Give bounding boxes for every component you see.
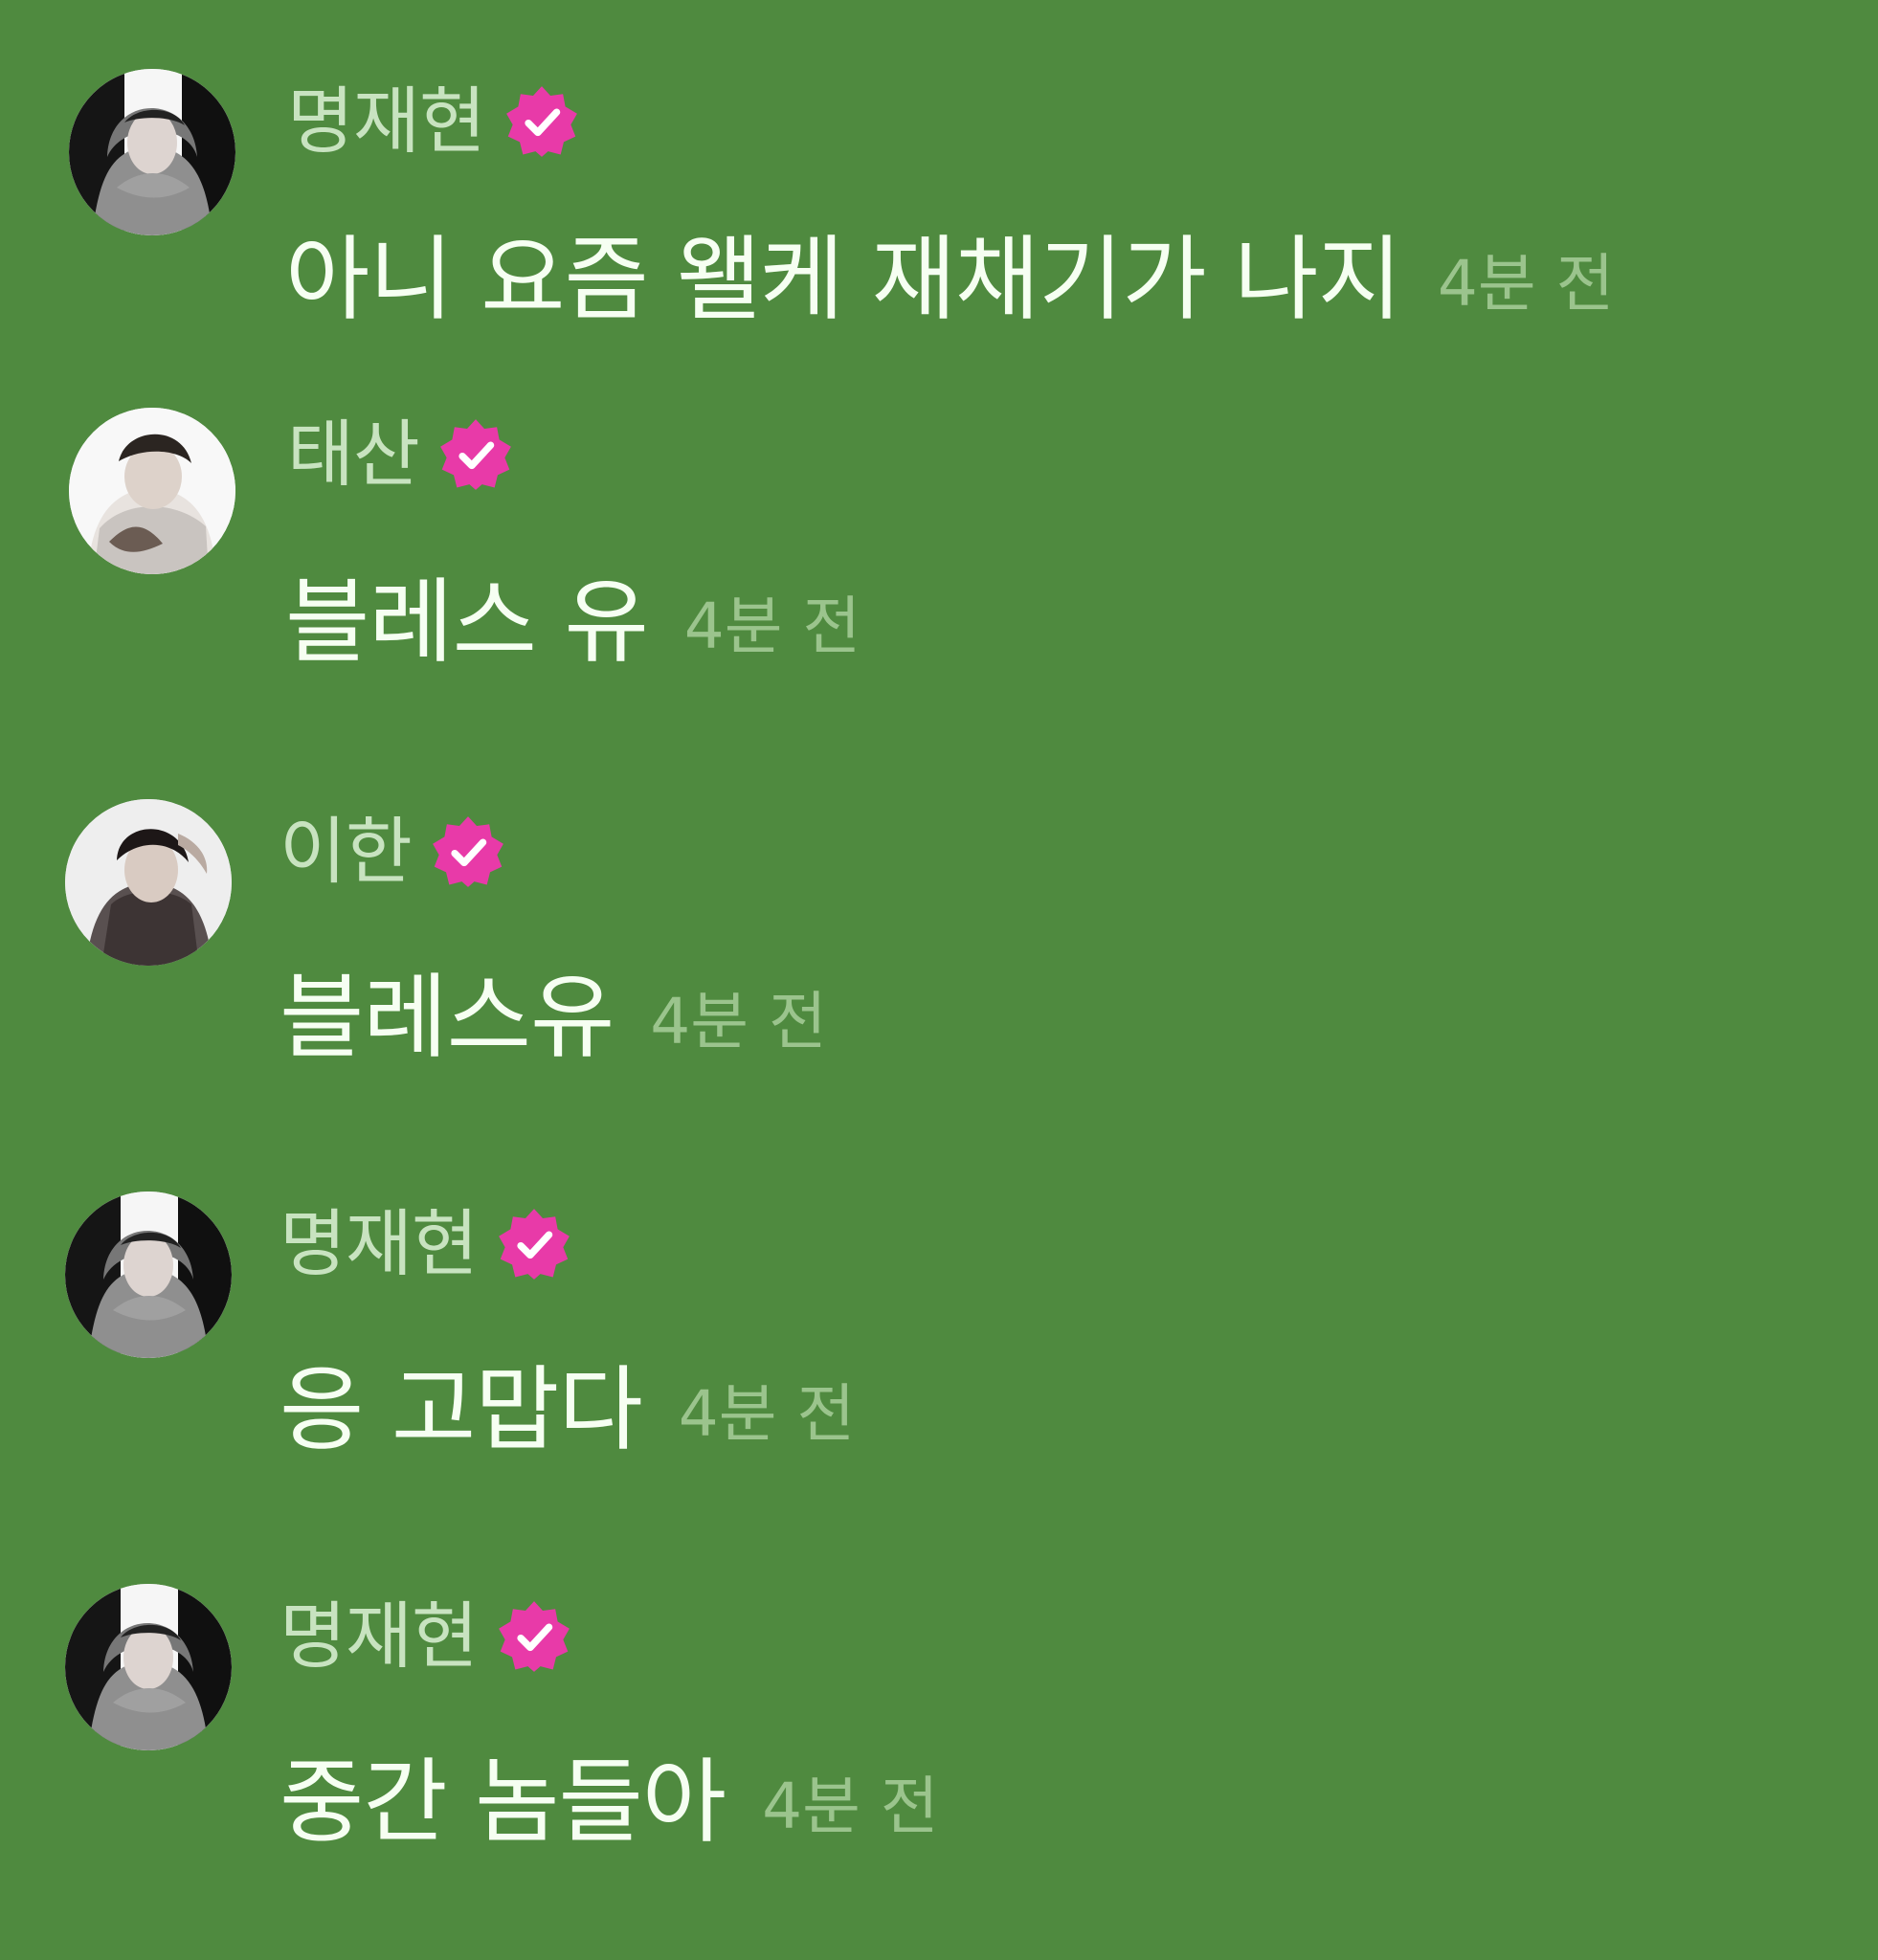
message-text: 블레스유 (279, 964, 615, 1071)
message-row: 블레스유 4분 전 (279, 960, 827, 1075)
author-name[interactable]: 태산 (287, 418, 420, 491)
verified-check-badge-icon (503, 82, 581, 161)
avatar-image-icon (69, 69, 235, 235)
timestamp: 4분 전 (762, 1770, 939, 1843)
verified-check-badge-icon (495, 1205, 573, 1283)
author-row: 명재현 (287, 69, 581, 174)
user-avatar[interactable] (69, 69, 235, 235)
timestamp: 4분 전 (650, 985, 827, 1058)
comment-item: 명재현 아니 요즘 왤케 재채기가 나지 4분 전 (0, 0, 1878, 325)
author-name[interactable]: 이한 (279, 815, 413, 888)
message-row: 블레스 유 4분 전 (285, 565, 861, 679)
user-avatar[interactable] (65, 1584, 232, 1750)
author-row: 태산 (287, 402, 515, 507)
timestamp: 4분 전 (683, 590, 861, 663)
comment-item: 명재현 중간 놈들아 4분 전 (0, 1584, 1878, 1848)
message-text: 블레스 유 (285, 568, 649, 676)
author-name[interactable]: 명재현 (279, 1600, 479, 1673)
message-row: 응 고맙다 4분 전 (279, 1352, 855, 1467)
user-avatar[interactable] (65, 799, 232, 966)
verified-check-badge-icon (429, 813, 507, 891)
verified-check-badge-icon (436, 415, 515, 494)
author-row: 명재현 (279, 1584, 573, 1689)
comment-item: 이한 블레스유 4분 전 (0, 799, 1878, 1063)
comment-item: 태산 블레스 유 4분 전 (0, 402, 1878, 668)
message-row: 중간 놈들아 4분 전 (279, 1745, 939, 1860)
user-avatar[interactable] (69, 408, 235, 574)
message-row: 아니 요즘 왤케 재채기가 나지 4분 전 (285, 222, 1614, 337)
verified-check-badge-icon (495, 1597, 573, 1676)
timestamp: 4분 전 (678, 1377, 856, 1451)
avatar-image-icon (65, 1192, 232, 1358)
message-text: 아니 요즘 왤케 재채기가 나지 (285, 226, 1402, 333)
comment-item: 명재현 응 고맙다 4분 전 (0, 1192, 1878, 1456)
avatar-image-icon (65, 1584, 232, 1750)
message-text: 중간 놈들아 (279, 1748, 727, 1856)
author-row: 명재현 (279, 1192, 573, 1297)
avatar-image-icon (65, 799, 232, 966)
timestamp: 4분 전 (1437, 247, 1615, 321)
message-text: 응 고맙다 (279, 1356, 643, 1463)
user-avatar[interactable] (65, 1192, 232, 1358)
author-name[interactable]: 명재현 (279, 1208, 479, 1281)
author-row: 이한 (279, 799, 507, 904)
avatar-image-icon (69, 408, 235, 574)
author-name[interactable]: 명재현 (287, 85, 486, 158)
